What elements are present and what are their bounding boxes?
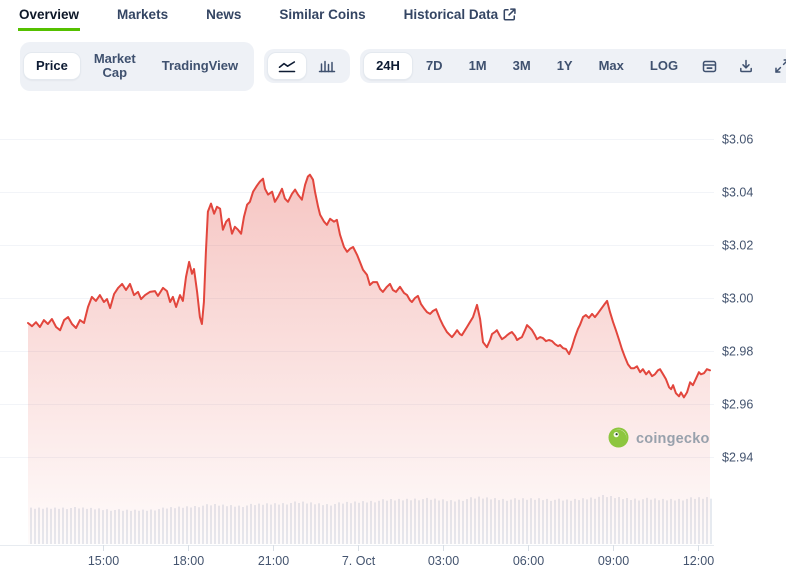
chart-type-button-line-chart[interactable] <box>268 53 306 79</box>
x-axis-label: 15:00 <box>88 554 119 567</box>
volume-bar <box>710 498 712 543</box>
y-axis-label: $3.00 <box>722 291 753 305</box>
metric-segment-group: Price Market Cap TradingView <box>20 42 254 91</box>
calendar-button[interactable] <box>692 53 727 79</box>
range-button-24h[interactable]: 24H <box>364 53 412 79</box>
y-axis-label: $3.02 <box>722 238 753 252</box>
x-axis-label: 7. Oct <box>342 554 376 567</box>
page-tabs: Overview Markets News Similar Coins Historic… <box>0 0 786 31</box>
tab-label: Historical Data <box>404 7 499 22</box>
expand-button[interactable] <box>765 53 786 79</box>
button-label: 7D <box>426 59 443 73</box>
price-area <box>28 174 710 543</box>
calendar-icon <box>702 59 717 73</box>
button-label: 1Y <box>557 59 573 73</box>
range-button-1m[interactable]: 1M <box>457 53 499 79</box>
metric-button-market-cap[interactable]: Market Cap <box>82 46 148 87</box>
download-button[interactable] <box>729 53 763 79</box>
chart-toolbar: Price Market Cap TradingView 24H 7D 1M 3M 1Y Ma… <box>20 42 786 91</box>
tab-news[interactable]: News <box>205 0 242 31</box>
range-button-3m[interactable]: 3M <box>501 53 543 79</box>
chart-canvas[interactable]: $3.06 $3.04 $3.02 $3.00 $2.98 $2.96 $2.94 15:00… <box>0 102 786 567</box>
bar-chart-icon <box>318 59 336 73</box>
x-axis-label: 18:00 <box>173 554 204 567</box>
external-link-icon <box>503 8 516 21</box>
y-axis-label: $2.98 <box>722 344 753 358</box>
button-label: Price <box>36 59 68 73</box>
tab-markets[interactable]: Markets <box>116 0 169 31</box>
y-axis-label: $3.04 <box>722 185 753 199</box>
metric-button-price[interactable]: Price <box>24 53 80 79</box>
x-axis-label: 21:00 <box>258 554 289 567</box>
button-label: TradingView <box>162 59 238 73</box>
download-icon <box>739 59 753 73</box>
range-button-log[interactable]: LOG <box>638 53 690 79</box>
coingecko-gecko-icon <box>608 427 629 452</box>
watermark-text: coingecko <box>636 431 710 447</box>
button-label: 24H <box>376 59 400 73</box>
chart-type-button-bar-chart[interactable] <box>308 53 346 79</box>
x-axis-label: 09:00 <box>598 554 629 567</box>
expand-icon <box>775 59 786 73</box>
button-label: 3M <box>513 59 531 73</box>
metric-button-tradingview[interactable]: TradingView <box>150 53 250 79</box>
range-button-7d[interactable]: 7D <box>414 53 455 79</box>
button-label: 1M <box>469 59 487 73</box>
range-button-max[interactable]: Max <box>587 53 636 79</box>
tab-label: News <box>206 7 241 22</box>
button-label: Max <box>599 59 624 73</box>
tab-label: Similar Coins <box>279 7 365 22</box>
coingecko-watermark: coingecko <box>608 427 710 452</box>
button-label: LOG <box>650 59 678 73</box>
tab-label: Markets <box>117 7 168 22</box>
x-axis-label: 06:00 <box>513 554 544 567</box>
y-axis-label: $2.94 <box>722 450 753 464</box>
tab-historical-data[interactable]: Historical Data <box>403 0 518 31</box>
range-segment-group: 24H 7D 1M 3M 1Y Max LOG <box>360 49 786 83</box>
range-button-1y[interactable]: 1Y <box>545 53 585 79</box>
button-label: Market Cap <box>94 52 136 81</box>
chart-type-segment-group <box>264 49 350 83</box>
tab-similar-coins[interactable]: Similar Coins <box>278 0 366 31</box>
price-chart[interactable]: $3.06 $3.04 $3.02 $3.00 $2.98 $2.96 $2.94 15:00… <box>0 102 786 567</box>
x-axis-label: 12:00 <box>683 554 714 567</box>
x-axis-label: 03:00 <box>428 554 459 567</box>
y-axis-label: $3.06 <box>722 132 753 146</box>
line-chart-icon <box>278 59 296 73</box>
tab-label: Overview <box>19 7 79 22</box>
y-axis-label: $2.96 <box>722 397 753 411</box>
tab-overview[interactable]: Overview <box>18 0 80 31</box>
